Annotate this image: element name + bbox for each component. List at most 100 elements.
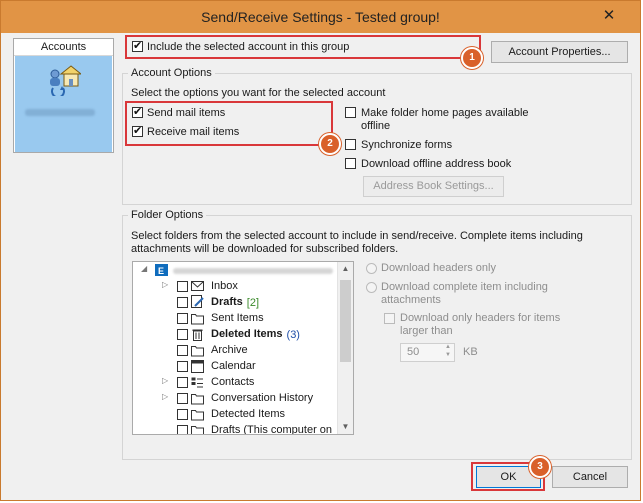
- tree-folder-row[interactable]: Detected Items: [133, 407, 343, 423]
- expand-icon[interactable]: ▷: [162, 376, 168, 385]
- folder-label: Archive: [211, 344, 248, 356]
- folder-label: Drafts (This computer on: [211, 424, 333, 435]
- tree-folder-row[interactable]: ▷ Contacts: [133, 375, 343, 391]
- download-complete-label-line2: attachments: [381, 294, 441, 306]
- tree-folder-row[interactable]: ▷ Inbox: [133, 279, 343, 295]
- tree-folder-row[interactable]: ▷ Conversation History: [133, 391, 343, 407]
- account-name-redacted: [25, 109, 95, 116]
- folder-unread-count: [2]: [246, 297, 260, 309]
- expand-icon[interactable]: ▷: [162, 280, 168, 289]
- folder-options-description: Select folders from the selected account…: [131, 230, 583, 242]
- synchronize-forms-checkbox[interactable]: [345, 139, 356, 150]
- tree-folder-row[interactable]: Sent Items: [133, 311, 343, 327]
- folder-icon: [191, 423, 204, 434]
- scrollbar-thumb[interactable]: [340, 280, 351, 362]
- send-receive-settings-dialog: Send/Receive Settings - Tested group! ✕ …: [0, 0, 641, 501]
- include-account-checkbox[interactable]: [132, 39, 143, 52]
- folder-checkbox[interactable]: [177, 281, 188, 292]
- svg-text:E: E: [158, 266, 164, 276]
- download-headers-only-radio[interactable]: [366, 263, 377, 274]
- folder-checkbox[interactable]: [177, 329, 188, 340]
- folder-label: Drafts: [211, 296, 243, 308]
- window-title: Send/Receive Settings - Tested group!: [201, 9, 440, 25]
- folder-checkbox[interactable]: [177, 297, 188, 308]
- folder-checkbox[interactable]: [177, 393, 188, 404]
- make-folder-home-checkbox[interactable]: [345, 107, 356, 118]
- size-value: 50: [407, 346, 420, 358]
- stepper-up-icon[interactable]: ▲: [445, 344, 451, 350]
- make-folder-home-label: Make folder home pages available: [361, 107, 529, 119]
- folder-icon: [191, 343, 204, 357]
- tree-folder-row[interactable]: Drafts (This computer on: [133, 423, 343, 435]
- close-icon: ✕: [602, 7, 616, 24]
- close-button[interactable]: ✕: [598, 5, 620, 27]
- folder-tree-scrollbar[interactable]: ▲ ▼: [337, 262, 353, 434]
- download-complete-label: Download complete item including: [381, 281, 548, 293]
- receive-mail-checkbox[interactable]: [132, 124, 143, 137]
- receive-mail-label: Receive mail items: [147, 126, 240, 138]
- send-mail-label: Send mail items: [147, 107, 226, 119]
- folder-tree[interactable]: ◢ E ▷ Inbox Drafts [2] Sent Items Deleted Ite…: [132, 261, 354, 435]
- folder-checkbox[interactable]: [177, 361, 188, 372]
- account-options-legend: Account Options: [128, 67, 215, 79]
- folder-checkbox[interactable]: [177, 345, 188, 356]
- send-mail-checkbox[interactable]: [132, 105, 143, 118]
- download-headers-only-label: Download headers only: [381, 262, 496, 274]
- folder-icon: [191, 391, 204, 405]
- account-address-redacted: [173, 268, 333, 274]
- collapse-icon[interactable]: ◢: [141, 264, 147, 273]
- folder-checkbox[interactable]: [177, 377, 188, 388]
- folder-label-wrap: Drafts [2]: [211, 296, 260, 309]
- download-only-headers-checkbox[interactable]: [384, 313, 395, 324]
- make-folder-home-label-line2: offline: [361, 120, 391, 132]
- folder-label: Conversation History: [211, 392, 314, 404]
- stepper-down-icon[interactable]: ▼: [445, 352, 451, 358]
- folder-label-wrap: Deleted Items (3): [211, 328, 300, 341]
- callout-badge-2: 2: [319, 133, 341, 155]
- include-account-label: Include the selected account in this gro…: [147, 41, 350, 53]
- tree-folder-row[interactable]: Archive: [133, 343, 343, 359]
- folder-label: Calendar: [211, 360, 256, 372]
- folder-checkbox[interactable]: [177, 425, 188, 434]
- inbox-icon: [191, 279, 204, 293]
- cancel-button[interactable]: Cancel: [552, 466, 628, 488]
- drafts-icon: [191, 295, 204, 309]
- download-oab-label: Download offline address book: [361, 158, 512, 170]
- folder-unread-count: (3): [286, 329, 300, 341]
- accounts-panel: Accounts: [13, 38, 114, 153]
- download-oab-checkbox[interactable]: [345, 158, 356, 169]
- folder-icon: [191, 311, 204, 325]
- tree-folder-row[interactable]: Calendar: [133, 359, 343, 375]
- size-unit-label: KB: [463, 346, 478, 358]
- tree-root-row[interactable]: ◢ E: [133, 263, 343, 279]
- account-properties-button[interactable]: Account Properties...: [491, 41, 628, 63]
- account-options-prompt: Select the options you want for the sele…: [131, 87, 386, 99]
- trash-icon: [191, 327, 204, 341]
- calendar-icon: [191, 359, 204, 373]
- callout-badge-3: 3: [529, 456, 551, 478]
- callout-badge-1: 1: [461, 47, 483, 69]
- folder-options-description-line2: attachments will be downloaded for subsc…: [131, 243, 399, 255]
- expand-icon[interactable]: ▷: [162, 392, 168, 401]
- address-book-settings-button[interactable]: Address Book Settings...: [363, 176, 504, 197]
- size-stepper[interactable]: 50 ▲ ▼: [400, 343, 455, 362]
- folder-label: Sent Items: [211, 312, 264, 324]
- title-bar: Send/Receive Settings - Tested group! ✕: [1, 1, 640, 33]
- download-complete-radio[interactable]: [366, 282, 377, 293]
- folder-label: Contacts: [211, 376, 255, 388]
- scroll-down-arrow-icon[interactable]: ▼: [338, 422, 353, 431]
- folder-checkbox[interactable]: [177, 313, 188, 324]
- account-group-icon: [47, 64, 83, 99]
- scroll-up-arrow-icon[interactable]: ▲: [338, 264, 353, 273]
- folder-options-legend: Folder Options: [128, 209, 207, 221]
- folder-checkbox[interactable]: [177, 409, 188, 420]
- tree-folder-row[interactable]: Drafts [2]: [133, 295, 343, 311]
- account-list-item-selected[interactable]: [15, 56, 112, 152]
- tree-folder-row[interactable]: Deleted Items (3): [133, 327, 343, 343]
- folder-label: Deleted Items: [211, 328, 283, 340]
- accounts-header: Accounts: [14, 39, 113, 56]
- outlook-account-icon: E: [155, 263, 168, 277]
- download-only-headers-label: Download only headers for items: [400, 312, 561, 324]
- contacts-icon: [191, 375, 204, 389]
- synchronize-forms-label: Synchronize forms: [361, 139, 453, 151]
